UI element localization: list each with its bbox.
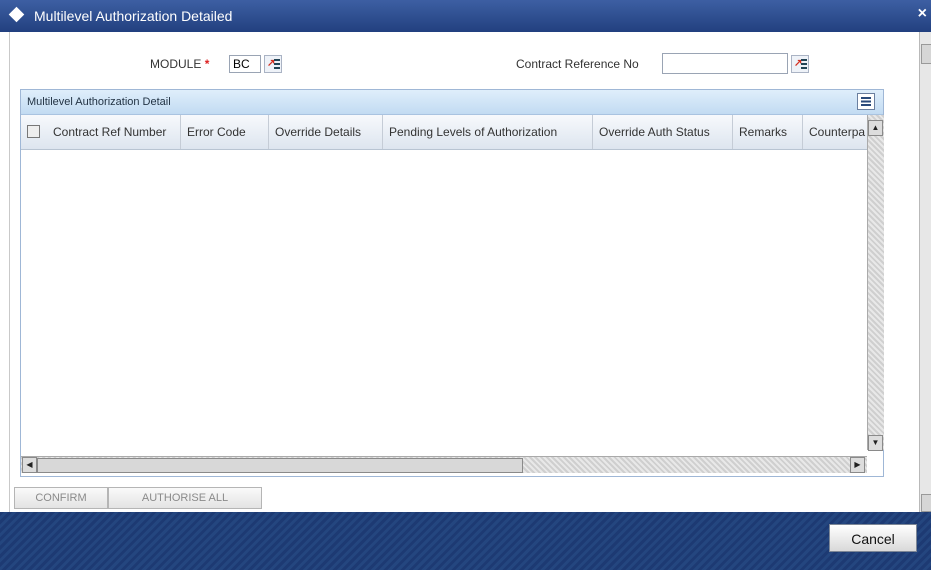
module-lov-button[interactable]: ↗: [264, 55, 282, 73]
authorise-all-button[interactable]: AUTHORISE ALL: [108, 487, 262, 509]
close-icon[interactable]: ×: [918, 5, 927, 23]
contract-ref-lov-button[interactable]: ↗: [791, 55, 809, 73]
col-counterparty[interactable]: Counterpa: [803, 115, 867, 149]
col-contract-ref-number[interactable]: Contract Ref Number: [21, 115, 181, 149]
title-bar: Multilevel Authorization Detailed ×: [0, 0, 931, 32]
select-all-checkbox[interactable]: [27, 125, 40, 138]
scroll-left-icon[interactable]: ◀: [22, 457, 37, 473]
cancel-button[interactable]: Cancel: [829, 524, 917, 552]
col-override-auth-status[interactable]: Override Auth Status: [593, 115, 733, 149]
column-label: Contract Ref Number: [53, 125, 167, 139]
list-view-icon: [861, 97, 871, 106]
confirm-button[interactable]: CONFIRM: [14, 487, 108, 509]
scroll-up-icon[interactable]: ▲: [868, 120, 883, 136]
module-label: MODULE *: [150, 57, 209, 71]
authorization-window: Multilevel Authorization Detailed × MODU…: [0, 0, 931, 570]
col-override-details[interactable]: Override Details: [269, 115, 383, 149]
scroll-thumb[interactable]: [37, 458, 523, 473]
list-of-values-icon: [801, 59, 807, 69]
contract-ref-label: Contract Reference No: [516, 57, 639, 71]
col-pending-levels[interactable]: Pending Levels of Authorization: [383, 115, 593, 149]
required-asterisk: *: [204, 57, 210, 71]
module-label-text: MODULE: [150, 57, 202, 71]
scroll-right-icon[interactable]: ▶: [850, 457, 865, 473]
col-remarks[interactable]: Remarks: [733, 115, 803, 149]
col-error-code[interactable]: Error Code: [181, 115, 269, 149]
grid-title: Multilevel Authorization Detail: [27, 96, 171, 108]
grid-vertical-scrollbar[interactable]: ▲ ▼: [867, 115, 884, 451]
list-of-values-icon: [274, 59, 280, 69]
grid-header: Contract Ref Number Error Code Override …: [21, 115, 867, 150]
scroll-down-button[interactable]: [921, 494, 931, 512]
window-title: Multilevel Authorization Detailed: [34, 8, 233, 24]
scroll-up-button[interactable]: [921, 44, 931, 64]
footer-bar: [0, 512, 931, 570]
panel-scrollbar[interactable]: [919, 32, 931, 512]
module-input[interactable]: [229, 55, 261, 73]
grid-horizontal-scrollbar[interactable]: ◀ ▶: [21, 456, 867, 473]
authorization-grid: Multilevel Authorization Detail Contract…: [20, 89, 884, 477]
scroll-down-icon[interactable]: ▼: [868, 435, 883, 451]
contract-ref-input[interactable]: [662, 53, 788, 74]
window-icon: [8, 6, 25, 23]
grid-menu-button[interactable]: [857, 93, 875, 110]
grid-title-bar: Multilevel Authorization Detail: [21, 90, 883, 115]
